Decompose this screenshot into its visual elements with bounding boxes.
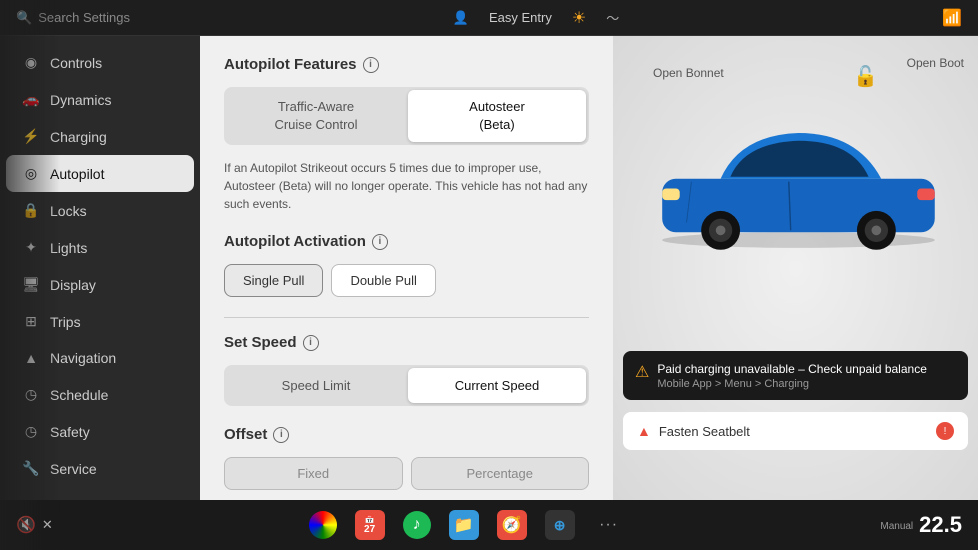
activation-section-title: Autopilot Activation i (224, 233, 589, 250)
taskbar: 🔇 ✕ 📅 27 ♪ 📁 🧭 ⊕ ··· Manual 22.5 (0, 500, 978, 550)
files-app[interactable]: 📁 (449, 510, 479, 540)
bluetooth-app[interactable]: ⊕ (545, 510, 575, 540)
features-title-text: Autopilot Features (224, 56, 357, 73)
activation-info-icon[interactable]: i (372, 234, 388, 250)
main-content: ◉ Controls 🚗 Dynamics ⚡ Charging ◎ Autop… (0, 36, 978, 500)
nav-app[interactable]: 🧭 (497, 510, 527, 540)
open-boot-label[interactable]: Open Boot (907, 56, 964, 70)
top-bar: 🔍 Search Settings 👤 Easy Entry ☀ 〜 📶 (0, 0, 978, 36)
tesla-ui: 🔍 Search Settings 👤 Easy Entry ☀ 〜 📶 ◉ C… (0, 0, 978, 550)
top-center: 👤 Easy Entry ☀ 〜 (453, 8, 619, 28)
wifi-icon: 📶 (942, 8, 962, 28)
activation-title-text: Autopilot Activation (224, 233, 366, 250)
more-apps[interactable]: ··· (593, 509, 625, 541)
single-pull-btn[interactable]: Single Pull (224, 264, 323, 297)
top-right-icons: 📶 (942, 8, 962, 28)
top-sun-icon: ☀ (572, 8, 586, 28)
speed-area: 22.5 (919, 512, 962, 538)
offset-options: Fixed Percentage (224, 457, 589, 490)
warning-content: Paid charging unavailable – Check unpaid… (657, 361, 927, 390)
set-speed-info-icon[interactable]: i (303, 335, 319, 351)
warning-notification: ⚠ Paid charging unavailable – Check unpa… (623, 351, 968, 400)
edge-overlay (0, 0, 60, 550)
activation-options: Single Pull Double Pull (224, 264, 589, 297)
seat-indicator-1: ! (936, 422, 954, 440)
calendar-app[interactable]: 📅 27 (355, 510, 385, 540)
colorball-app[interactable] (309, 511, 337, 539)
set-speed-group: Speed Limit Current Speed (224, 365, 589, 406)
set-speed-section-title: Set Speed i (224, 334, 589, 351)
car-svg (633, 96, 964, 252)
offset-info-icon[interactable]: i (273, 427, 289, 443)
seat-indicators: ! (936, 422, 954, 440)
seatbelt-label: Fasten Seatbelt (659, 424, 750, 439)
spotify-app[interactable]: ♪ (403, 511, 431, 539)
taskbar-right: Manual 22.5 (880, 512, 962, 538)
fixed-btn[interactable]: Fixed (224, 457, 403, 490)
car-panel: Open Bonnet Open Boot 🔓 (613, 36, 978, 500)
current-speed-btn[interactable]: Current Speed (408, 368, 586, 403)
features-info-icon[interactable]: i (363, 57, 379, 73)
warning-title: Paid charging unavailable – Check unpaid… (657, 361, 927, 378)
set-speed-title-text: Set Speed (224, 334, 297, 351)
offset-title-text: Offset (224, 426, 267, 443)
easy-entry-icon: 👤 (453, 10, 469, 26)
taskbar-center: 📅 27 ♪ 📁 🧭 ⊕ ··· (309, 509, 625, 541)
offset-section-title: Offset i (224, 426, 589, 443)
divider-1 (224, 317, 589, 318)
car-illustration (633, 96, 964, 257)
open-bonnet-label[interactable]: Open Bonnet (653, 66, 724, 80)
features-section-title: Autopilot Features i (224, 56, 589, 73)
autopilot-features-group: Traffic-AwareCruise Control Autosteer(Be… (224, 87, 589, 145)
traffic-aware-btn[interactable]: Traffic-AwareCruise Control (227, 90, 405, 142)
lock-icon[interactable]: 🔓 (853, 64, 878, 89)
speed-value: 22.5 (919, 512, 962, 537)
strikeout-description: If an Autopilot Strikeout occurs 5 times… (224, 159, 589, 213)
warning-triangle-icon: ⚠ (635, 362, 649, 382)
double-pull-btn[interactable]: Double Pull (331, 264, 436, 297)
seatbelt-notification: ▲ Fasten Seatbelt ! (623, 412, 968, 450)
manual-label: Manual (880, 518, 913, 532)
top-temp-icon: 〜 (606, 8, 619, 27)
warning-subtitle: Mobile App > Menu > Charging (657, 378, 927, 390)
speed-limit-btn[interactable]: Speed Limit (227, 368, 405, 403)
autosteer-btn[interactable]: Autosteer(Beta) (408, 90, 586, 142)
seatbelt-warning-icon: ▲ (637, 423, 651, 439)
settings-panel: Autopilot Features i Traffic-AwareCruise… (200, 36, 613, 500)
percentage-btn[interactable]: Percentage (411, 457, 590, 490)
easy-entry-label[interactable]: Easy Entry (489, 10, 552, 25)
